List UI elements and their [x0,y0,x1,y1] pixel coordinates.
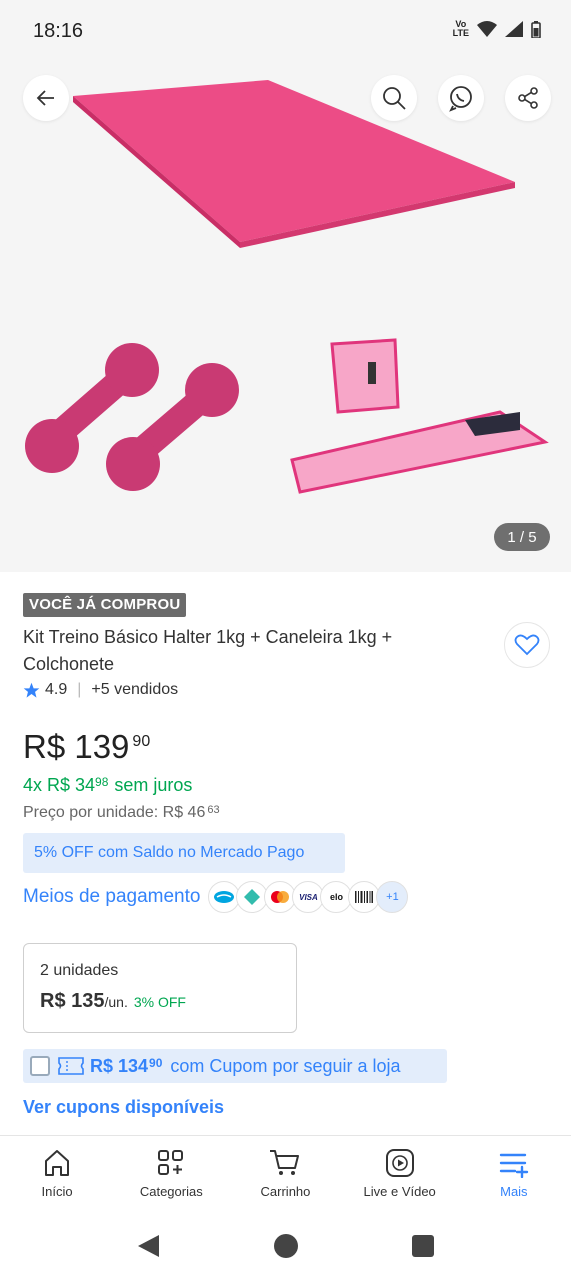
star-icon [23,682,40,698]
back-button[interactable] [23,75,69,121]
nav-item-cart[interactable]: Carrinho [228,1136,342,1215]
share-button[interactable] [505,75,551,121]
arrow-left-icon [36,90,54,106]
installments-amount: 4x R$ 34 [23,775,96,795]
unit-price-cents: 63 [207,804,220,816]
product-title: Kit Treino Básico Halter 1kg + Caneleira… [23,627,393,674]
system-back-icon[interactable] [135,1233,161,1259]
status-time: 18:16 [33,20,84,42]
categories-icon [158,1150,184,1175]
coupon-icon [58,1057,84,1075]
coupon-price-cents: 90 [149,1055,163,1070]
search-icon [383,87,406,110]
nav-item-more[interactable]: Mais [457,1136,571,1215]
system-home-icon[interactable] [273,1233,299,1259]
cart-icon [270,1150,300,1175]
rating-value: 4.9 [45,681,68,698]
coupon-price: R$ 134 90 [90,1056,162,1077]
nav-label-cart: Carrinho [260,1184,311,1199]
product-image [25,80,549,494]
installments-cents: 98 [95,775,109,789]
coupon-checkbox[interactable] [30,1056,50,1076]
share-icon [518,87,538,109]
purchased-badge: VOCÊ JÁ COMPROU [23,593,187,617]
more-menu-icon [499,1153,529,1178]
nav-label-live-video: Live e Vídeo [363,1184,436,1199]
signal-icon [505,21,523,37]
bottom-navigation: Início Categorias Carrinho Live e Vídeo … [0,1135,571,1215]
status-bar: 18:16 Vo LTE [0,0,571,62]
rating-row[interactable]: 4.9 | +5 vendidos [23,681,178,699]
nav-label-home: Início [41,1184,73,1199]
coupon-row[interactable]: R$ 134 90 com Cupom por seguir a loja [23,1049,447,1083]
nav-item-categories[interactable]: Categorias [114,1136,228,1215]
home-icon [45,1150,70,1176]
play-icon [385,1149,414,1177]
product-image-gallery[interactable]: 1 / 5 [0,62,571,572]
volte-icon: Vo LTE [452,19,469,38]
installments-suffix: sem juros [114,775,193,795]
sold-count: +5 vendidos [91,681,179,698]
installments: 4x R$ 34 98 sem juros [23,775,192,796]
search-button[interactable] [371,75,417,121]
gallery-page-indicator: 1 / 5 [494,523,550,551]
price-cents: 90 [132,733,151,750]
whatsapp-share-button[interactable] [438,75,484,121]
payment-icons: VISA elo +1 [208,881,409,913]
bulk-discount: 3% OFF [133,994,186,1010]
discount-banner[interactable]: 5% OFF com Saldo no Mercado Pago [23,833,345,873]
payment-more-count[interactable]: +1 [376,881,409,913]
coupon-text: com Cupom por seguir a loja [170,1055,401,1076]
price: R$ 139 90 [23,728,150,766]
wifi-icon [477,21,497,37]
status-icons: Vo LTE [453,20,541,38]
bulk-quantity: 2 unidades [40,962,119,979]
system-navigation-bar [0,1215,571,1280]
unit-price-label: Preço por unidade: R$ 46 [23,804,206,821]
see-coupons-link[interactable]: Ver cupons disponíveis [23,1097,224,1118]
battery-icon [531,20,541,38]
nav-item-home[interactable]: Início [0,1136,114,1215]
coupon-price-integer: R$ 134 [90,1055,149,1076]
payment-methods-row[interactable]: Meios de pagamento VISA elo +1 [23,880,409,914]
nav-item-live-video[interactable]: Live e Vídeo [343,1136,457,1215]
bulk-unit: /un. [104,994,128,1010]
bulk-price: R$ 135 [40,990,105,1012]
price-integer: R$ 139 [23,728,130,765]
favorite-button[interactable] [504,622,550,668]
bulk-price-row: R$ 135 /un. 3% OFF [40,990,280,1013]
heart-icon [514,634,540,656]
nav-label-more: Mais [500,1184,528,1199]
payment-methods-link[interactable]: Meios de pagamento [23,886,200,908]
rating-separator: | [77,681,82,698]
nav-label-categories: Categorias [139,1184,203,1199]
bulk-offer-card[interactable]: 2 unidades R$ 135 /un. 3% OFF [23,943,297,1033]
system-recents-icon[interactable] [411,1234,435,1258]
whatsapp-icon [449,86,472,112]
unit-price: Preço por unidade: R$ 46 63 [23,804,220,822]
